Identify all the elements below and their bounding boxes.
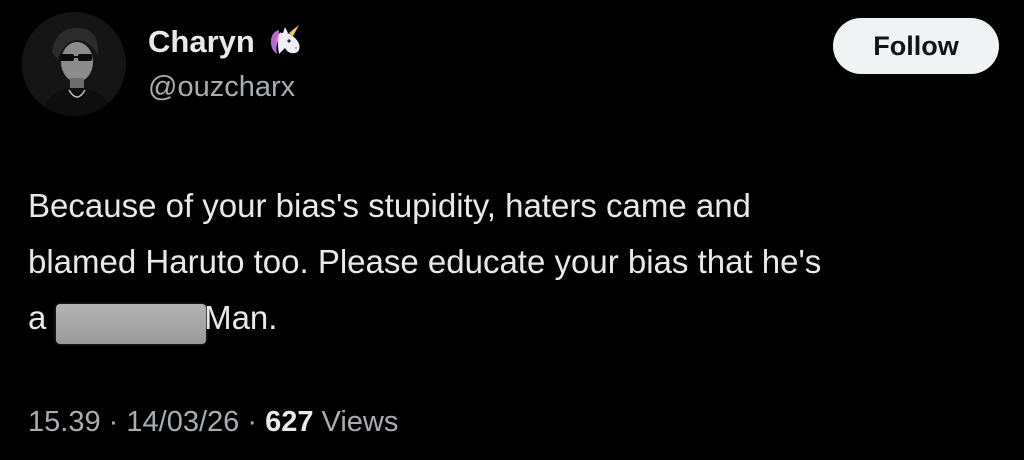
tweet-text-line: blamed Haruto too. Please educate your b… [28,243,822,280]
meta-separator: · [247,406,257,438]
tweet-date[interactable]: 14/03/26 [126,406,239,438]
tweet-meta: 15.39 · 14/03/26 · 627 Views [28,404,398,440]
tweet-time[interactable]: 15.39 [28,406,101,438]
avatar-photo [22,12,126,116]
views-count[interactable]: 627 [265,406,313,438]
follow-button[interactable]: Follow [833,18,999,74]
unicorn-icon [265,24,305,60]
meta-separator: · [108,406,119,438]
redaction-overlay [56,304,206,344]
author-name-row[interactable]: Charyn [148,24,305,60]
views-label[interactable]: Views [322,406,399,438]
tweet-text-line: Because of your bias's stupidity, haters… [28,187,751,224]
author-handle[interactable]: @ouzcharx [148,70,295,104]
avatar[interactable] [22,12,126,116]
display-name[interactable]: Charyn [148,24,255,60]
